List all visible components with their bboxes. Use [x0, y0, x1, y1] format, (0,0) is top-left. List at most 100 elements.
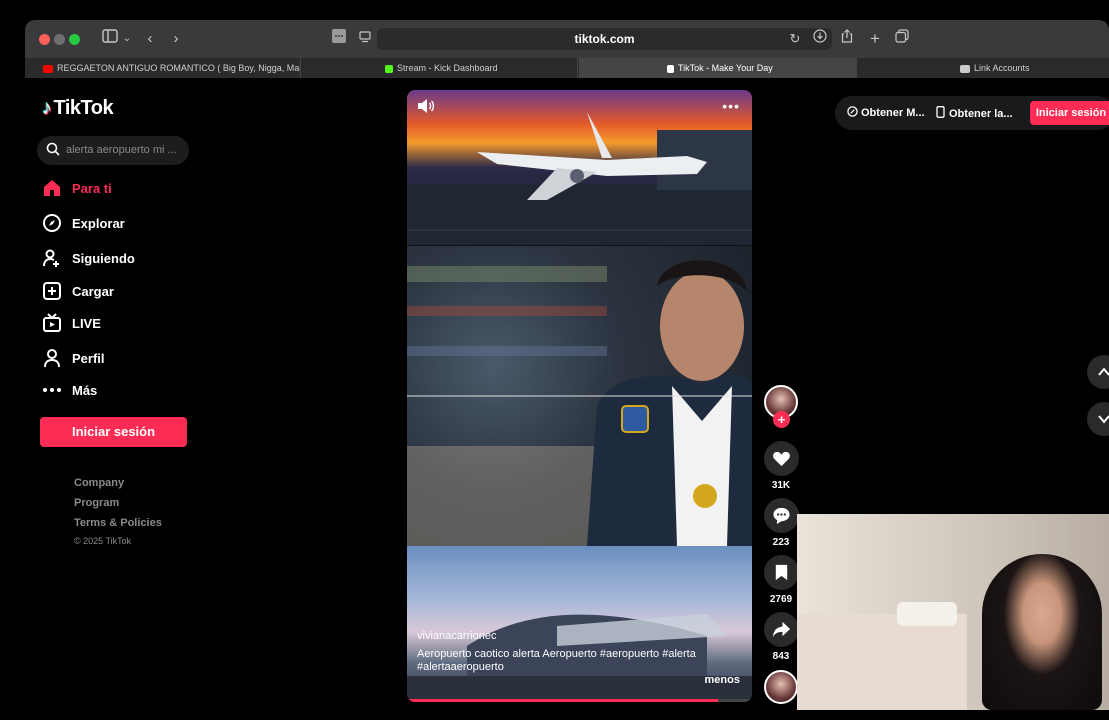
previous-video-button[interactable]: [1087, 355, 1109, 389]
maximize-window-button[interactable]: [69, 34, 80, 45]
share-button[interactable]: [764, 612, 799, 647]
copyright-text: © 2025 TikTok: [74, 536, 132, 546]
tiktok-icon: [667, 64, 674, 73]
tab-label: Link Accounts: [974, 63, 1030, 73]
chevron-down-icon[interactable]: ⌄: [121, 28, 133, 50]
webcam-overlay: [797, 514, 1109, 710]
tab-label: TikTok - Make Your Day: [678, 63, 773, 73]
kick-icon: [385, 64, 393, 73]
phone-icon: [936, 106, 945, 118]
tab-link-accounts[interactable]: Link Accounts: [858, 58, 1108, 78]
tab-label: REGGAETON ANTIGUO ROMANTICO ( Big Boy, N…: [57, 63, 301, 73]
chevron-up-icon: [1098, 367, 1109, 376]
tab-kick[interactable]: Stream - Kick Dashboard: [303, 58, 578, 78]
address-bar[interactable]: tiktok.com: [377, 28, 832, 50]
close-window-button[interactable]: [39, 34, 50, 45]
back-icon[interactable]: ‹: [141, 28, 159, 50]
reload-icon[interactable]: ↻: [787, 28, 803, 50]
heart-icon: [773, 451, 790, 467]
video-progress-fill: [407, 699, 718, 702]
youtube-icon: [43, 64, 53, 73]
chevron-down-icon: [1098, 415, 1109, 424]
tab-overview-icon[interactable]: [893, 28, 911, 50]
bookmark-icon: [775, 564, 788, 581]
sidebar-item-label: LIVE: [72, 315, 101, 331]
more-options-icon[interactable]: •••: [722, 98, 740, 114]
compass-icon: [43, 214, 61, 232]
link-icon: [960, 64, 970, 73]
sidebar-item-mas[interactable]: Más: [42, 378, 97, 402]
tab-label: Stream - Kick Dashboard: [397, 63, 498, 73]
upload-icon: [43, 282, 61, 300]
sidebar-item-siguiendo[interactable]: Siguiendo: [42, 246, 135, 270]
video-progress-bar[interactable]: [407, 699, 752, 702]
footer-link-terms[interactable]: Terms & Policies: [74, 517, 162, 529]
browser-titlebar: ⌄ ‹ › tiktok.com ↻ +: [25, 20, 1109, 58]
officer-illustration: [407, 260, 752, 546]
tiktok-note-icon: ♪: [42, 97, 52, 119]
video-caption: Aeropuerto caotico alerta Aeropuerto #ae…: [417, 648, 696, 673]
video-player[interactable]: ••• vivianacarrionec Aeropuerto caotico …: [407, 90, 752, 702]
sidebar-item-label: Cargar: [72, 283, 114, 299]
footer-link-program[interactable]: Program: [74, 497, 119, 509]
download-icon[interactable]: [811, 28, 829, 50]
caption-toggle-button[interactable]: menos: [705, 674, 740, 686]
forward-icon[interactable]: ›: [167, 28, 185, 50]
share-icon[interactable]: [839, 28, 855, 50]
new-tab-icon[interactable]: +: [867, 28, 883, 50]
minimize-window-button[interactable]: [54, 34, 65, 45]
home-icon: [44, 180, 60, 196]
sidebar-item-label: Siguiendo: [72, 250, 135, 266]
terminal-illustration: [407, 614, 752, 702]
header-login-button[interactable]: Iniciar sesión: [1030, 101, 1109, 125]
sound-avatar[interactable]: [764, 670, 798, 704]
sidebar-item-label: Para ti: [72, 180, 112, 196]
footer-link-company[interactable]: Company: [74, 477, 124, 489]
profile-icon: [44, 349, 60, 368]
logo-text: TikTok: [53, 97, 114, 119]
search-icon: [46, 142, 60, 156]
webcam-pillow: [897, 602, 957, 626]
tab-reggaeton[interactable]: REGGAETON ANTIGUO ROMANTICO ( Big Boy, N…: [37, 58, 301, 78]
next-video-button[interactable]: [1087, 402, 1109, 436]
creator-username[interactable]: vivianacarrionec: [417, 630, 496, 642]
save-button[interactable]: [764, 555, 799, 590]
login-button[interactable]: Iniciar sesión: [40, 417, 187, 447]
sidebar-item-cargar[interactable]: Cargar: [42, 279, 114, 303]
like-button[interactable]: [764, 441, 799, 476]
get-app-label: Obtener la...: [949, 108, 1013, 120]
tab-tiktok[interactable]: TikTok - Make Your Day: [579, 58, 857, 78]
sidebar-item-para-ti[interactable]: Para ti: [42, 176, 112, 200]
sidebar-item-perfil[interactable]: Perfil: [42, 346, 105, 370]
get-coins-label: Obtener M...: [861, 107, 925, 119]
video-frame-officer: [407, 246, 752, 546]
comment-icon: [773, 507, 790, 525]
airplane-illustration: [407, 112, 752, 245]
search-placeholder: alerta aeropuerto mi ...: [66, 144, 177, 156]
follow-button[interactable]: +: [773, 411, 790, 428]
sidebar-item-label: Explorar: [72, 215, 125, 231]
video-frame-airplane: [407, 90, 752, 245]
volume-icon[interactable]: [417, 98, 435, 114]
like-count: 31K: [771, 480, 791, 491]
get-app-button[interactable]: Obtener la...: [936, 106, 1013, 120]
coin-icon: [847, 106, 858, 117]
more-icon: [43, 388, 61, 392]
top-right-actions: Obtener M... Obtener la... Iniciar sesió…: [835, 96, 1109, 130]
sidebar-item-label: Perfil: [72, 350, 105, 366]
tiktok-logo[interactable]: ♪ TikTok: [42, 97, 114, 120]
sidebar-item-explorar[interactable]: Explorar: [42, 211, 125, 235]
search-input[interactable]: alerta aeropuerto mi ...: [37, 136, 189, 165]
live-icon: [43, 313, 61, 332]
get-coins-button[interactable]: Obtener M...: [847, 106, 925, 119]
sidebar-item-live[interactable]: LIVE: [42, 311, 101, 335]
extensions-icon[interactable]: [331, 28, 347, 50]
comment-button[interactable]: [764, 498, 799, 533]
video-frame-terminal: [407, 546, 752, 702]
webcam-person: [982, 554, 1102, 710]
following-icon: [43, 249, 59, 267]
reader-icon[interactable]: [357, 28, 373, 50]
url-text: tiktok.com: [574, 32, 635, 46]
tab-bar: REGGAETON ANTIGUO ROMANTICO ( Big Boy, N…: [25, 58, 1109, 78]
share-arrow-icon: [772, 621, 791, 638]
